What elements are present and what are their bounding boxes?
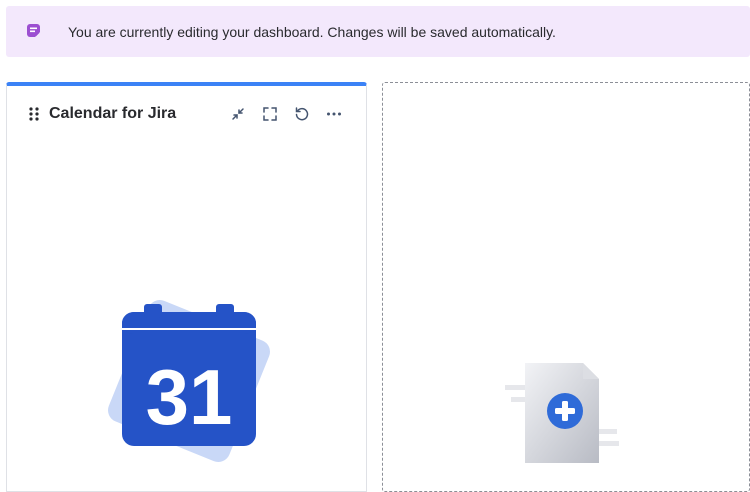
more-button[interactable] [324, 104, 344, 124]
refresh-button[interactable] [292, 104, 312, 124]
minimize-button[interactable] [228, 104, 248, 124]
calendar-icon: 31 [104, 296, 274, 466]
empty-gadget-slot[interactable] [382, 82, 750, 492]
minimize-icon [230, 106, 246, 122]
calendar-gadget: Calendar for Jira 31 [6, 82, 367, 492]
gadget-header: Calendar for Jira [7, 102, 366, 126]
maximize-button[interactable] [260, 104, 280, 124]
drag-handle-icon[interactable] [29, 107, 39, 121]
banner-message: You are currently editing your dashboard… [68, 24, 556, 40]
more-icon [326, 106, 342, 122]
refresh-icon [294, 106, 310, 122]
calendar-day-number: 31 [146, 353, 233, 441]
maximize-icon [262, 106, 278, 122]
add-gadget-icon[interactable] [505, 359, 621, 469]
edit-note-icon [26, 23, 42, 39]
gadget-title: Calendar for Jira [49, 105, 177, 122]
edit-mode-banner: You are currently editing your dashboard… [6, 6, 750, 57]
